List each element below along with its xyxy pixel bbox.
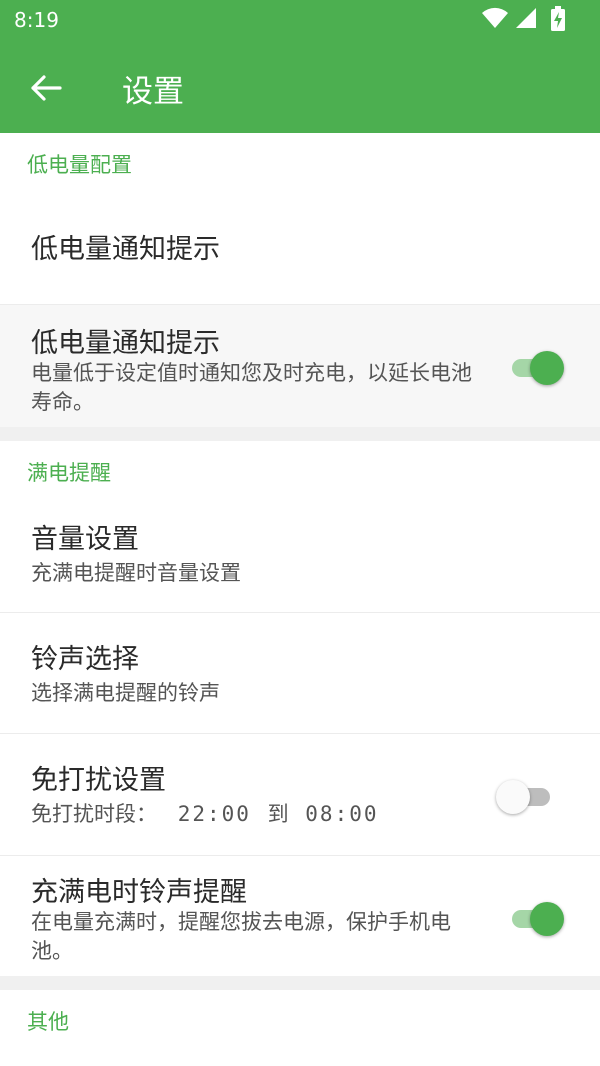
wifi-icon — [481, 6, 509, 34]
pref-summary: 电量低于设定值时通知您及时充电，以延长电池寿命。 — [31, 361, 472, 414]
pref-low-battery-notify-switch[interactable]: 低电量通知提示 电量低于设定值时通知您及时充电，以延长电池寿命。 — [0, 305, 600, 427]
section-header-full-charge: 满电提醒 — [27, 461, 111, 485]
pref-volume[interactable]: 音量设置 充满电提醒时音量设置 — [0, 503, 600, 613]
ring-on-full-switch[interactable] — [508, 898, 564, 936]
pref-title: 低电量通知提示 — [31, 328, 220, 359]
pref-do-not-disturb[interactable]: 免打扰设置 免打扰时段： 22:00 到 08:00 — [0, 734, 600, 856]
settings-list: 低电量配置 低电量通知提示 低电量通知提示 电量低于设定值时通知您及时充电，以延… — [0, 133, 600, 1050]
pref-summary: 免打扰时段： 22:00 到 08:00 — [31, 800, 491, 829]
switch-thumb — [530, 351, 564, 385]
switch-thumb — [530, 902, 564, 936]
arrow-back-icon — [20, 75, 72, 118]
pref-ring-on-full[interactable]: 充满电时铃声提醒 在电量充满时，提醒您拔去电源，保护手机电池。 — [0, 856, 600, 976]
app-bar: 设置 — [0, 40, 600, 133]
settings-screen: 8:19 设置 低电量配置 低电量通知提示 低电量通知提示 电量低于设定值时通知… — [0, 0, 600, 1066]
battery-charging-icon — [550, 6, 566, 36]
pref-summary: 选择满电提醒的铃声 — [31, 681, 220, 705]
low-battery-notify-switch[interactable] — [508, 347, 564, 385]
section-divider — [0, 427, 600, 441]
pref-summary: 在电量充满时，提醒您拔去电源，保护手机电池。 — [31, 910, 451, 963]
pref-title: 充满电时铃声提醒 — [31, 877, 247, 908]
status-time: 8:19 — [14, 8, 59, 32]
cellular-signal-icon — [514, 6, 538, 34]
switch-thumb — [496, 780, 530, 814]
page-title: 设置 — [122, 74, 184, 110]
pref-low-battery-notify[interactable]: 低电量通知提示 — [0, 193, 600, 305]
dnd-start-time: 22:00 — [177, 802, 251, 826]
pref-title: 音量设置 — [31, 524, 139, 555]
section-header-low-battery: 低电量配置 — [27, 153, 132, 177]
pref-ringtone[interactable]: 铃声选择 选择满电提醒的铃声 — [0, 613, 600, 734]
dnd-end-time: 08:00 — [305, 802, 379, 826]
status-bar: 8:19 — [0, 0, 600, 40]
section-divider — [0, 976, 600, 990]
dnd-summary-prefix: 免打扰时段： — [31, 802, 157, 826]
pref-title: 铃声选择 — [31, 644, 139, 675]
pref-summary: 充满电提醒时音量设置 — [31, 561, 241, 585]
pref-title: 低电量通知提示 — [31, 234, 220, 265]
dnd-to-label: 到 — [267, 802, 289, 826]
section-header-other: 其他 — [27, 1010, 69, 1034]
back-button[interactable] — [20, 62, 72, 114]
pref-title: 免打扰设置 — [31, 765, 166, 796]
do-not-disturb-switch[interactable] — [496, 776, 554, 814]
